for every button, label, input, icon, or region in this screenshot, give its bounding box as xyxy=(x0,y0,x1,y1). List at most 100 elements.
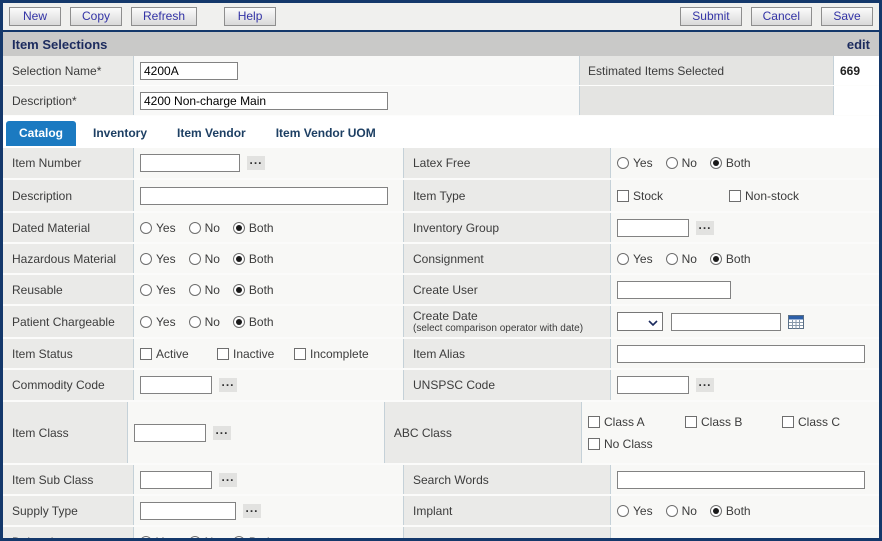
hazardous-material-radio-both[interactable]: Both xyxy=(233,252,274,266)
implant-radio-no[interactable]: No xyxy=(666,504,697,518)
item-sub-class-input[interactable] xyxy=(140,471,212,489)
commodity-code-input[interactable] xyxy=(140,376,212,394)
item-status-checkbox-inactive[interactable]: Inactive xyxy=(217,347,294,361)
create-user-input[interactable] xyxy=(617,281,731,299)
radio-label: Both xyxy=(249,221,274,235)
checkbox-label: Incomplete xyxy=(310,347,369,361)
description-input[interactable] xyxy=(140,92,388,110)
patient-chargeable-radio-no[interactable]: No xyxy=(189,315,220,329)
calendar-icon[interactable] xyxy=(788,315,804,329)
latex-free-radio-both[interactable]: Both xyxy=(710,156,751,170)
help-button[interactable]: Help xyxy=(224,7,276,26)
abc-class-checkbox-class-c[interactable]: Class C xyxy=(782,415,879,429)
item-sub-class-lookup-button[interactable]: ... xyxy=(219,473,237,487)
toolbar-right-group: Submit Cancel Save xyxy=(680,7,873,26)
implant-radio-yes[interactable]: Yes xyxy=(617,504,653,518)
search-words-input[interactable] xyxy=(617,471,865,489)
patient-chargeable-radio-yes[interactable]: Yes xyxy=(140,315,176,329)
item-class-lookup-button[interactable]: ... xyxy=(213,426,231,440)
radio-label: No xyxy=(205,221,220,235)
item-number-lookup-button[interactable]: ... xyxy=(247,156,265,170)
radio-label: Yes xyxy=(633,504,653,518)
consignment-radio-yes[interactable]: Yes xyxy=(617,252,653,266)
create-date-input[interactable] xyxy=(671,313,781,331)
create-date-control-cell xyxy=(610,306,879,337)
item-type-label: Item Type xyxy=(413,190,465,202)
consignment-radio-no[interactable]: No xyxy=(666,252,697,266)
abc-class-checkbox-class-a[interactable]: Class A xyxy=(588,415,685,429)
abc-class-checkbox-class-b[interactable]: Class B xyxy=(685,415,782,429)
supply-type-lookup-button[interactable]: ... xyxy=(243,504,261,518)
hazardous-material-radio-yes[interactable]: Yes xyxy=(140,252,176,266)
reusable-radio-both[interactable]: Both xyxy=(233,283,274,297)
checkbox-label: Class A xyxy=(604,415,645,429)
cancel-button[interactable]: Cancel xyxy=(751,7,812,26)
consignment-radio-both[interactable]: Both xyxy=(710,252,751,266)
deleted-radio-yes[interactable]: Yes xyxy=(140,535,176,541)
deleted-radio-no[interactable]: No xyxy=(189,535,220,541)
implant-radio-both[interactable]: Both xyxy=(710,504,751,518)
item-alias-label-cell: Item Alias xyxy=(403,339,610,368)
item-alias-input[interactable] xyxy=(617,345,865,363)
unspsc-code-input[interactable] xyxy=(617,376,689,394)
reusable-radio-no[interactable]: No xyxy=(189,283,220,297)
item-class-input[interactable] xyxy=(134,424,206,442)
patient-chargeable-radio-both[interactable]: Both xyxy=(233,315,274,329)
latex-free-radio-no[interactable]: No xyxy=(666,156,697,170)
create-date-operator-select[interactable] xyxy=(617,312,663,331)
form-row: Item Sub Class...Search Words xyxy=(3,465,879,496)
item-number-input[interactable] xyxy=(140,154,240,172)
edit-link[interactable]: edit xyxy=(847,37,870,52)
radio-selected-icon xyxy=(189,536,201,541)
item-class-label: Item Class xyxy=(12,427,69,439)
abc-class-checkbox-no-class[interactable]: No Class xyxy=(588,437,685,451)
latex-free-radio-yes[interactable]: Yes xyxy=(617,156,653,170)
item-class-label-cell: Item Class xyxy=(3,402,127,463)
checkbox-label: Class C xyxy=(798,415,840,429)
save-button[interactable]: Save xyxy=(821,7,873,26)
inventory-group-lookup-button[interactable]: ... xyxy=(696,221,714,235)
dated-material-radio-no[interactable]: No xyxy=(189,221,220,235)
item-status-checkbox-incomplete[interactable]: Incomplete xyxy=(294,347,371,361)
tab-item-vendor[interactable]: Item Vendor xyxy=(164,121,259,146)
commodity-code-lookup-button[interactable]: ... xyxy=(219,378,237,392)
inventory-group-input[interactable] xyxy=(617,219,689,237)
refresh-button[interactable]: Refresh xyxy=(131,7,197,26)
tab-item-vendor-uom[interactable]: Item Vendor UOM xyxy=(263,121,389,146)
tab-inventory[interactable]: Inventory xyxy=(80,121,160,146)
radio-label: Both xyxy=(249,283,274,297)
check-row: ActiveInactive Incomplete xyxy=(140,347,371,361)
item-alias-control-cell xyxy=(610,339,879,368)
radio-label: No xyxy=(682,252,697,266)
summary-empty-gray-cell xyxy=(579,86,833,115)
radio-icon xyxy=(189,316,201,328)
dated-material-radio-both[interactable]: Both xyxy=(233,221,274,235)
implant-label-cell: Implant xyxy=(403,496,610,525)
item-type-label-cell: Item Type xyxy=(403,180,610,211)
toolbar: New Copy Refresh Help Submit Cancel Save xyxy=(3,3,879,32)
item-type-checkbox-stock[interactable]: Stock xyxy=(617,189,729,203)
deleted-radio-both[interactable]: Both xyxy=(233,535,274,541)
item-status-label-cell: Item Status xyxy=(3,339,133,368)
tab-catalog[interactable]: Catalog xyxy=(6,121,76,146)
radio-selected-icon xyxy=(710,157,722,169)
commodity-code-control-cell: ... xyxy=(133,370,403,400)
implant-control-cell: Yes No Both xyxy=(610,496,879,525)
unspsc-code-lookup-button[interactable]: ... xyxy=(696,378,714,392)
new-button[interactable]: New xyxy=(9,7,61,26)
description-filter-input[interactable] xyxy=(140,187,388,205)
create-user-control-cell xyxy=(610,275,879,304)
radio-icon xyxy=(140,284,152,296)
item-type-checkbox-non-stock[interactable]: Non-stock xyxy=(729,189,841,203)
item-alias-label: Item Alias xyxy=(413,348,465,360)
hazardous-material-radio-no[interactable]: No xyxy=(189,252,220,266)
dated-material-radio-yes[interactable]: Yes xyxy=(140,221,176,235)
reusable-radio-yes[interactable]: Yes xyxy=(140,283,176,297)
radio-label: Both xyxy=(249,315,274,329)
unspsc-code-label-cell: UNSPSC Code xyxy=(403,370,610,400)
item-status-checkbox-active[interactable]: Active xyxy=(140,347,217,361)
supply-type-input[interactable] xyxy=(140,502,236,520)
submit-button[interactable]: Submit xyxy=(680,7,741,26)
selection-name-input[interactable] xyxy=(140,62,238,80)
copy-button[interactable]: Copy xyxy=(70,7,122,26)
